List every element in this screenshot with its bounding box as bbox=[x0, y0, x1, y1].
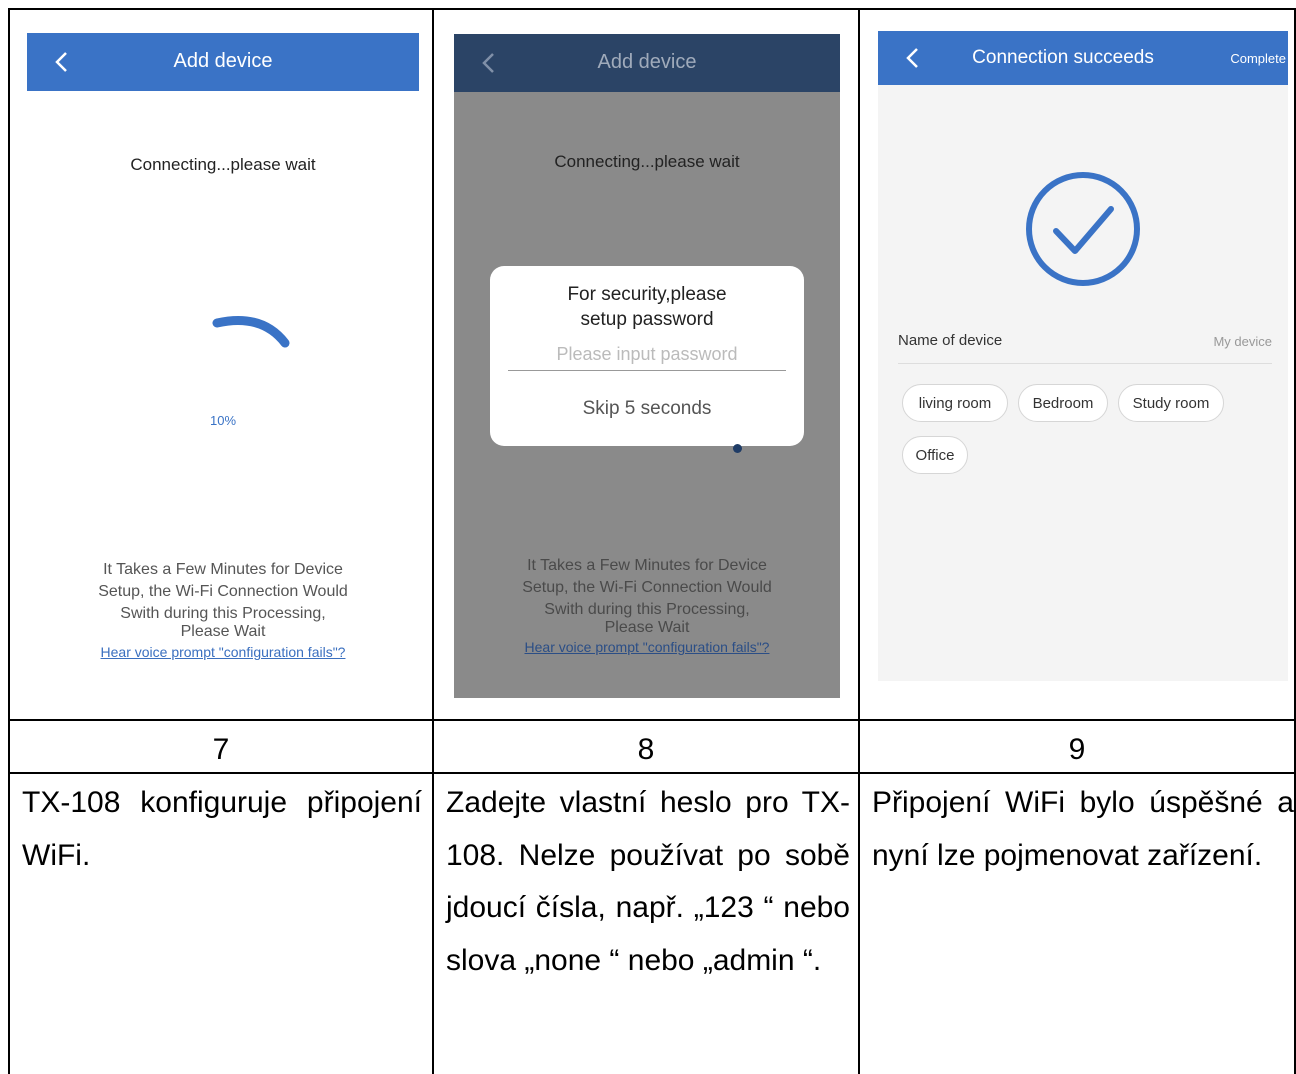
step9-number: 9 bbox=[1068, 733, 1086, 766]
step7-number: 7 bbox=[212, 733, 230, 766]
step8-app-bar: Add device bbox=[454, 34, 840, 92]
room-chip-study-room[interactable]: Study room bbox=[1118, 384, 1224, 422]
name-divider bbox=[898, 363, 1272, 364]
dialog-title-line: For security,please bbox=[567, 284, 727, 305]
step8-help-link[interactable]: Hear voice prompt "configuration fails"? bbox=[454, 639, 840, 655]
step8-description: Zadejte vlastní heslo pro TX-108. Nelze … bbox=[446, 786, 850, 977]
success-check-icon bbox=[1026, 172, 1140, 286]
password-input[interactable]: Please input password bbox=[508, 340, 786, 371]
room-chip-office[interactable]: Office bbox=[902, 436, 968, 474]
message-line: It Takes a Few Minutes for Device bbox=[527, 557, 767, 574]
step8-number: 8 bbox=[637, 733, 655, 766]
step8-message: It Takes a Few Minutes for Device Setup,… bbox=[454, 555, 840, 639]
column-divider-1 bbox=[432, 8, 434, 1074]
skip-button[interactable]: Skip 5 seconds bbox=[490, 398, 804, 420]
password-dialog: For security,please setup password Pleas… bbox=[490, 266, 804, 446]
dialog-title: For security,please setup password bbox=[490, 282, 804, 332]
device-name-value[interactable]: My device bbox=[1213, 334, 1272, 349]
step8-title: Add device bbox=[597, 51, 697, 73]
step7-message: It Takes a Few Minutes for Device Setup,… bbox=[27, 559, 419, 643]
step9-app-bar: Connection succeeds Complete bbox=[878, 31, 1288, 85]
loading-spinner-icon bbox=[212, 316, 290, 348]
message-line: Please Wait bbox=[180, 623, 266, 640]
room-chip-living-room[interactable]: living room bbox=[902, 384, 1008, 422]
step7-help-link[interactable]: Hear voice prompt "configuration fails"? bbox=[27, 644, 419, 660]
step7-title: Add device bbox=[173, 50, 273, 72]
step9-title: Connection succeeds bbox=[972, 47, 1154, 68]
row-divider-1 bbox=[8, 719, 1296, 721]
device-name-label: Name of device bbox=[898, 332, 1003, 349]
step9-screenshot: Connection succeeds Complete Name of dev… bbox=[878, 31, 1288, 681]
message-line: Setup, the Wi-Fi Connection Would bbox=[522, 579, 772, 596]
row-divider-2 bbox=[8, 772, 1296, 774]
room-chip-bedroom[interactable]: Bedroom bbox=[1018, 384, 1108, 422]
step7-progress-label: 10% bbox=[209, 413, 237, 428]
step7-screenshot: Add device Connecting...please wait 10% … bbox=[27, 33, 419, 703]
column-divider-2 bbox=[858, 8, 860, 1074]
step8-status-text: Connecting...please wait bbox=[554, 152, 740, 171]
message-line: Please Wait bbox=[604, 619, 690, 636]
complete-button[interactable]: Complete bbox=[1230, 51, 1286, 66]
spinner-dot bbox=[733, 444, 742, 453]
dialog-title-line: setup password bbox=[580, 309, 714, 330]
step7-description: TX-108 konfiguruje připojení WiFi. bbox=[22, 786, 422, 872]
step7-app-bar: Add device bbox=[27, 33, 419, 91]
message-line: It Takes a Few Minutes for Device bbox=[103, 561, 343, 578]
step9-description: Připojení WiFi bylo úspěšné a nyní lze p… bbox=[872, 786, 1294, 872]
message-line: Setup, the Wi-Fi Connection Would bbox=[98, 583, 348, 600]
step7-status-text: Connecting...please wait bbox=[130, 155, 316, 174]
step8-screenshot: Add device Connecting...please wait For … bbox=[454, 34, 840, 698]
